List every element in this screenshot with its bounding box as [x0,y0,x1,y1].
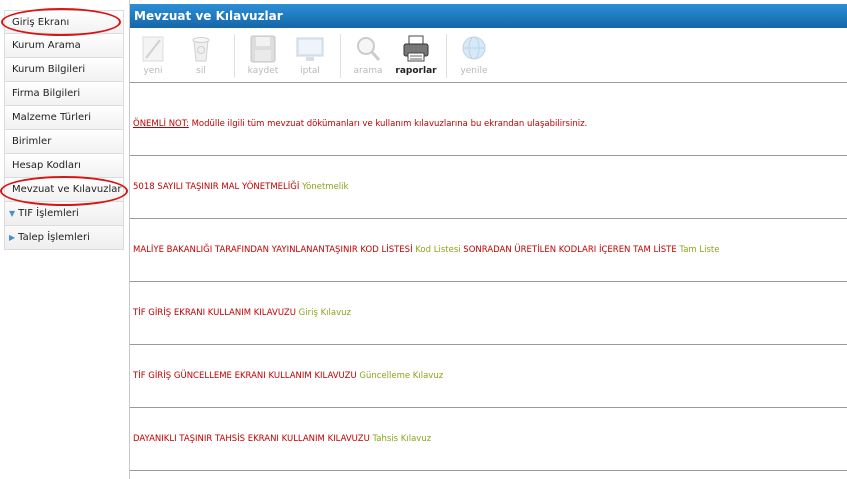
update-guide-link[interactable]: Güncelleme Kılavuz [359,371,443,381]
sidebar-item-label: Kurum Arama [12,40,81,51]
toolbar: yeni sil kaydet iptal arama raporlar yen… [130,30,847,83]
expand-arrow-icon: ▼ [9,209,16,218]
sidebar-item-birimler[interactable]: Birimler [4,130,124,154]
search-button[interactable]: arama [348,32,388,80]
new-button-label: yeni [143,66,163,76]
toolbar-separator [340,34,341,78]
toolbar-separator [234,34,235,78]
sidebar-item-label: Firma Bilgileri [12,88,81,99]
sidebar: Giriş Ekranı Kurum Arama Kurum Bilgileri… [4,10,124,250]
allocation-guide-link[interactable]: Tahsis Kılavuz [373,434,432,444]
delete-button-label: sil [196,66,206,76]
sidebar-item-malzeme-turleri[interactable]: Malzeme Türleri [4,106,124,130]
refresh-button[interactable]: yenile [454,32,494,80]
regulation-link[interactable]: Yönetmelik [302,182,348,192]
search-button-label: arama [353,66,383,76]
recycle-bin-icon [192,37,210,62]
reports-button-label: raporlar [395,66,437,76]
sidebar-item-label: Giriş Ekranı [12,17,70,28]
magnifier-icon [357,37,381,61]
code-list-title: MALİYE BAKANLIĞI TARAFINDAN YAYINLANANTA… [133,245,416,255]
main-panel: Mevzuat ve Kılavuzlar yeni sil kaydet ip… [129,0,847,479]
note-row: ÖNEMLİ NOT: Modülle ilgili tüm mevzuat d… [130,93,847,156]
entry-guide-link[interactable]: Giriş Kılavuz [299,308,351,318]
list-item: DAYANIKLI TAŞINIR TAHSİS EKRANI KULLANIM… [130,408,847,471]
sidebar-item-label: Birimler [12,136,52,147]
reports-button[interactable]: raporlar [394,32,438,80]
monitor-icon [296,37,324,61]
sidebar-item-hesap-kodlari[interactable]: Hesap Kodları [4,154,124,178]
refresh-button-label: yenile [460,66,488,76]
sidebar-item-kurum-arama[interactable]: Kurum Arama [4,34,124,58]
page-title: Mevzuat ve Kılavuzlar [130,4,847,28]
expand-arrow-icon: ▶ [9,233,16,242]
sidebar-item-mevzuat[interactable]: Mevzuat ve Kılavuzlar [4,178,124,202]
important-note-text: Modülle ilgili tüm mevzuat dökümanları v… [188,119,588,129]
list-item: 5018 SAYILI TAŞINIR MAL YÖNETMELİĞİ Yöne… [130,156,847,219]
sidebar-item-firma-bilgileri[interactable]: Firma Bilgileri [4,82,124,106]
list-item: TİF GİRİŞ GÜNCELLEME EKRANI KULLANIM KIL… [130,345,847,408]
code-list-link[interactable]: Kod Listesi [415,245,460,255]
full-list-link[interactable]: Tam Liste [679,245,719,255]
allocation-guide-title: DAYANIKLI TAŞINIR TAHSİS EKRANI KULLANIM… [133,434,373,444]
sidebar-item-label: Malzeme Türleri [12,112,92,123]
sidebar-item-kurum-bilgileri[interactable]: Kurum Bilgileri [4,58,124,82]
sidebar-group-label: TIF İşlemleri [18,208,79,219]
regulation-title: 5018 SAYILI TAŞINIR MAL YÖNETMELİĞİ [133,182,303,192]
important-note-label: ÖNEMLİ NOT: [133,119,189,129]
cancel-button-label: iptal [300,66,320,76]
sidebar-item-giris-ekrani[interactable]: Giriş Ekranı [4,10,124,34]
entry-guide-title: TİF GİRİŞ EKRANI KULLANIM KILAVUZU [133,308,299,318]
cancel-button[interactable]: iptal [292,32,328,80]
sidebar-group-talep[interactable]: ▶ Talep İşlemleri [4,226,124,250]
list-item: TİF GİRİŞ EKRANI KULLANIM KILAVUZU Giriş… [130,282,847,345]
save-button-label: kaydet [247,66,279,76]
sidebar-group-tif[interactable]: ▼ TIF İşlemleri [4,202,124,226]
floppy-disk-icon [250,35,276,63]
delete-button[interactable]: sil [184,32,218,80]
save-button[interactable]: kaydet [243,32,283,80]
full-list-title: SONRADAN ÜRETİLEN KODLARI İÇEREN TAM LİS… [460,245,680,255]
update-guide-title: TİF GİRİŞ GÜNCELLEME EKRANI KULLANIM KIL… [133,371,360,381]
sidebar-item-label: Mevzuat ve Kılavuzlar [12,184,122,195]
globe-icon [462,36,486,60]
printer-icon [403,35,429,62]
pencil-icon [142,36,164,62]
list-item: MALİYE BAKANLIĞI TARAFINDAN YAYINLANANTA… [130,219,847,282]
sidebar-item-label: Kurum Bilgileri [12,64,86,75]
sidebar-item-label: Hesap Kodları [12,160,81,171]
new-button[interactable]: yeni [136,32,170,80]
sidebar-group-label: Talep İşlemleri [18,232,90,243]
toolbar-separator [446,34,447,78]
